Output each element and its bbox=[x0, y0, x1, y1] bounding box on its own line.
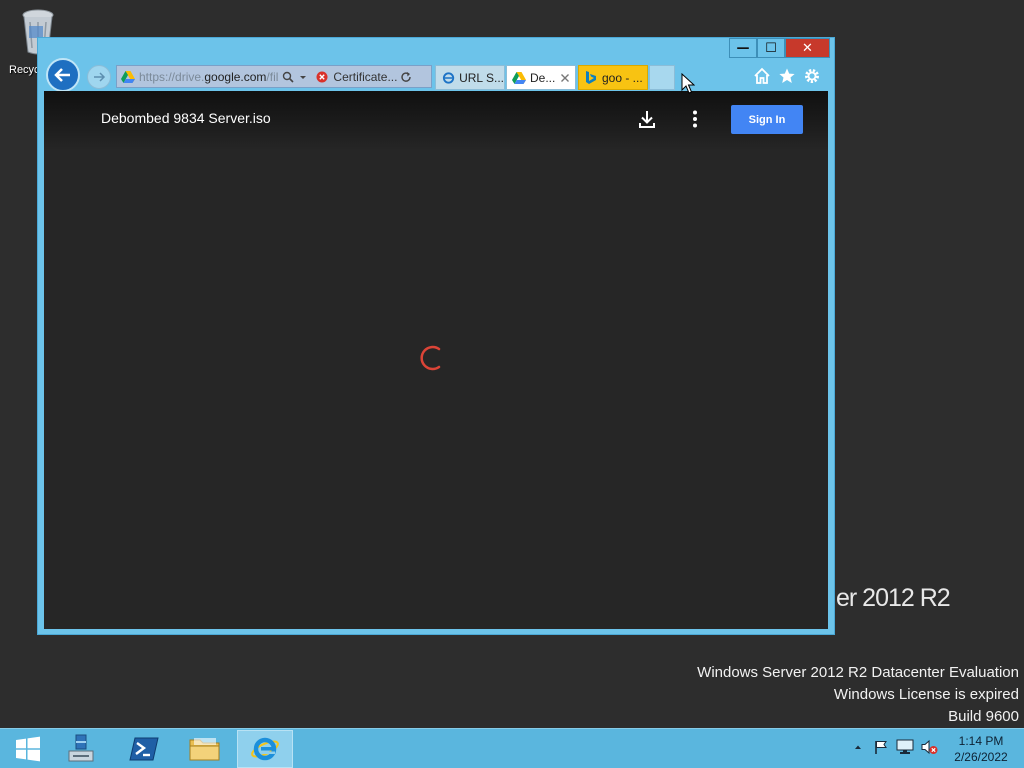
clock-date: 2/26/2022 bbox=[954, 750, 1008, 764]
arrow-right-icon bbox=[94, 72, 106, 82]
drive-file-viewer: Debombed 9834 Server.iso Sign In bbox=[44, 91, 828, 629]
watermark-license: Windows License is expired bbox=[833, 686, 1019, 703]
close-tab-icon[interactable] bbox=[560, 73, 570, 83]
tab-label: De... bbox=[530, 70, 556, 85]
gear-icon bbox=[805, 69, 819, 83]
volume-muted-icon bbox=[921, 739, 938, 755]
taskbar-powershell[interactable] bbox=[116, 730, 172, 768]
file-title: Debombed 9834 Server.iso bbox=[101, 110, 271, 126]
minimize-button[interactable]: — bbox=[729, 38, 757, 58]
server-manager-icon bbox=[68, 734, 94, 762]
mouse-cursor-icon bbox=[681, 73, 695, 94]
more-options-button[interactable] bbox=[684, 108, 706, 130]
sign-in-button[interactable]: Sign In bbox=[731, 105, 803, 134]
url-suffix: /fil bbox=[266, 69, 279, 84]
network-icon bbox=[896, 739, 914, 754]
google-drive-icon bbox=[512, 71, 526, 84]
address-bar[interactable]: https://drive. google.com/fil Certificate… bbox=[116, 65, 432, 88]
folder-icon bbox=[189, 738, 220, 761]
search-icon[interactable] bbox=[282, 71, 294, 83]
back-button[interactable] bbox=[46, 58, 80, 92]
license-watermark: Windows Server 2012 R2 Datacenter Evalua… bbox=[697, 662, 1019, 728]
tab-label: goo - ... bbox=[602, 70, 643, 85]
windows-server-brand: er 2012 R2 bbox=[836, 584, 951, 612]
chevron-up-icon bbox=[855, 745, 861, 749]
url-domain: google.com bbox=[204, 69, 267, 84]
taskbar-server-manager[interactable] bbox=[53, 730, 109, 768]
loading-spinner-icon bbox=[420, 345, 441, 371]
tab-url[interactable]: URL S... bbox=[435, 65, 505, 90]
volume-button[interactable] bbox=[920, 738, 938, 756]
close-button[interactable]: ✕ bbox=[785, 38, 830, 58]
recycle-bin-label: Recyc bbox=[9, 64, 40, 76]
refresh-icon[interactable] bbox=[400, 71, 412, 83]
certificate-error-icon[interactable] bbox=[316, 71, 328, 83]
taskbar-file-explorer[interactable] bbox=[177, 730, 233, 768]
star-icon bbox=[779, 68, 795, 83]
clock-time: 1:14 PM bbox=[958, 734, 1004, 748]
certificate-error-label[interactable]: Certificate... bbox=[333, 70, 397, 84]
favorites-button[interactable] bbox=[777, 66, 797, 86]
url-prefix: https://drive. bbox=[139, 69, 205, 84]
taskbar: 1:14 PM 2/26/2022 bbox=[0, 728, 1024, 768]
maximize-button[interactable]: ☐ bbox=[757, 38, 785, 58]
action-center-button[interactable] bbox=[872, 738, 890, 756]
google-drive-icon bbox=[121, 70, 135, 83]
watermark-edition: Windows Server 2012 R2 Datacenter Evalua… bbox=[697, 664, 1019, 681]
more-vert-icon bbox=[693, 110, 697, 128]
flag-icon bbox=[875, 741, 887, 754]
powershell-icon bbox=[129, 737, 159, 761]
tab-google-drive[interactable]: De... bbox=[506, 65, 576, 90]
windows-logo-icon bbox=[16, 736, 40, 762]
ie-page-icon bbox=[442, 71, 455, 84]
forward-button[interactable] bbox=[87, 65, 111, 89]
arrow-left-icon bbox=[54, 68, 70, 82]
new-tab-button[interactable] bbox=[649, 65, 675, 90]
taskbar-clock[interactable]: 1:14 PM 2/26/2022 bbox=[946, 733, 1016, 765]
show-hidden-icons-button[interactable] bbox=[849, 738, 867, 756]
home-button[interactable] bbox=[752, 66, 772, 86]
download-icon bbox=[639, 111, 655, 128]
watermark-build: Build 9600 bbox=[948, 708, 1019, 725]
viewer-header: Debombed 9834 Server.iso Sign In bbox=[44, 91, 828, 151]
tab-label: URL S... bbox=[459, 70, 504, 85]
chevron-down-icon[interactable] bbox=[298, 72, 308, 82]
start-button[interactable] bbox=[0, 730, 56, 768]
taskbar-internet-explorer[interactable] bbox=[237, 730, 293, 768]
tools-button[interactable] bbox=[802, 66, 822, 86]
bing-icon bbox=[586, 70, 596, 84]
tab-bing[interactable]: goo - ... bbox=[578, 65, 648, 90]
home-icon bbox=[754, 67, 770, 84]
browser-window: — ☐ ✕ https://drive. google.com/fil Certi… bbox=[37, 37, 835, 635]
network-button[interactable] bbox=[896, 738, 914, 756]
internet-explorer-icon bbox=[251, 737, 279, 761]
download-button[interactable] bbox=[636, 108, 658, 130]
